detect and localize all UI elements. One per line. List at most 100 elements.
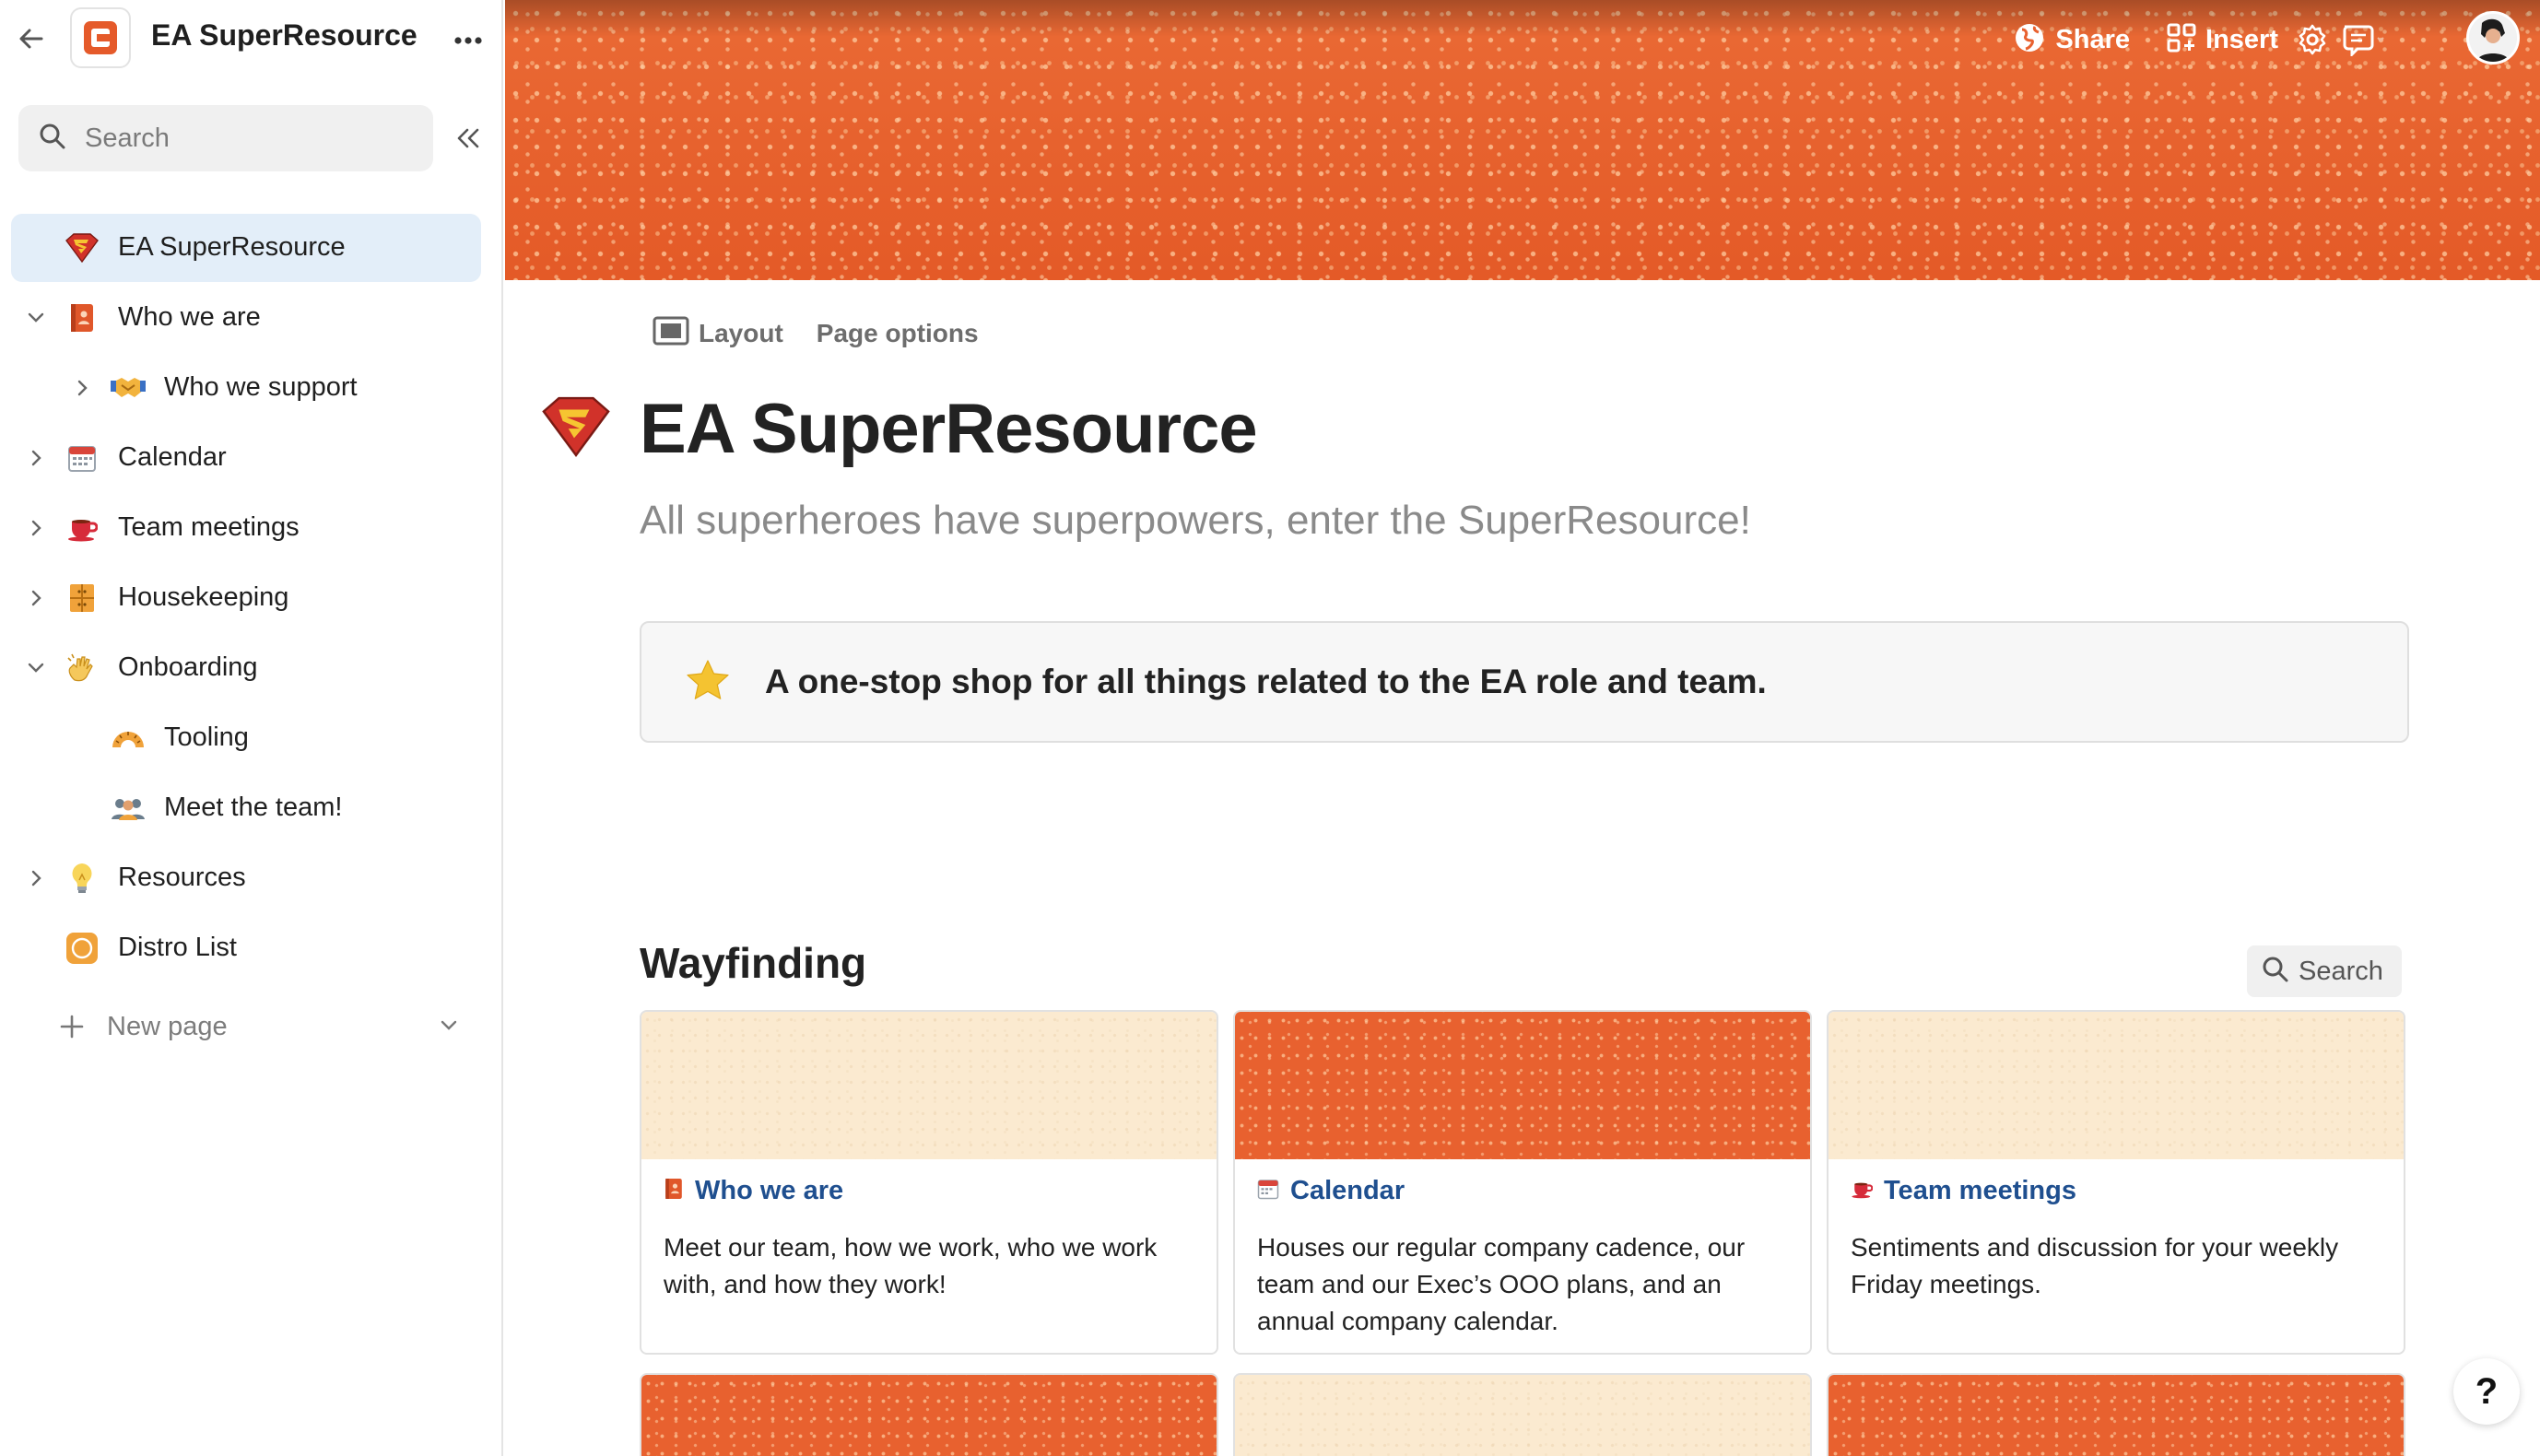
- help-button[interactable]: ?: [2453, 1358, 2520, 1425]
- sidebar-item-ea-superresource[interactable]: EA SuperResource: [11, 214, 481, 282]
- sidebar-item-label: Who we are: [118, 302, 261, 332]
- card-description: Sentiments and discussion for your weekl…: [1851, 1233, 2339, 1298]
- card-title[interactable]: Team meetings: [1851, 1176, 2076, 1206]
- share-label: Share: [2055, 24, 2130, 54]
- card-title[interactable]: Calendar: [1257, 1176, 1405, 1206]
- sidebar-item-who-we-are[interactable]: Who we are: [11, 284, 481, 352]
- collapse-sidebar-icon[interactable]: [450, 120, 487, 157]
- app-window: EA SuperResource EA SuperResource: [0, 0, 2540, 1456]
- sidebar-item-housekeeping[interactable]: Housekeeping: [11, 564, 481, 632]
- sidebar-search-input[interactable]: [83, 122, 400, 155]
- sidebar-item-team-meetings[interactable]: Team meetings: [11, 494, 481, 562]
- sidebar-item-label: EA SuperResource: [118, 232, 346, 262]
- plus-icon: [55, 1010, 88, 1043]
- book-icon: [65, 300, 100, 335]
- back-arrow-icon[interactable]: [13, 20, 50, 57]
- sidebar-item-label: Meet the team!: [164, 793, 343, 822]
- page-options-label: Page options: [816, 319, 979, 347]
- settings-gear-icon[interactable]: [2297, 17, 2328, 63]
- sidebar-item-meet-the-team[interactable]: Meet the team!: [11, 774, 481, 842]
- protractor-icon: [111, 721, 146, 756]
- card-cover: [1235, 1375, 1810, 1456]
- card-partial[interactable]: [1827, 1373, 2405, 1456]
- user-avatar[interactable]: [2466, 11, 2520, 65]
- people-icon: [111, 791, 146, 826]
- page-tools: Layout Page options: [653, 313, 979, 354]
- comments-icon[interactable]: [2341, 17, 2385, 63]
- card-cover: [1829, 1375, 2404, 1456]
- chevron-right-icon[interactable]: [20, 512, 52, 544]
- chevron-down-icon[interactable]: [20, 302, 52, 334]
- card-description: Houses our regular company cadence, our …: [1257, 1233, 1746, 1335]
- handshake-icon: [111, 370, 146, 405]
- insert-label: Insert: [2205, 24, 2278, 54]
- sidebar-item-label: Calendar: [118, 442, 227, 472]
- share-button[interactable]: Share: [2013, 17, 2130, 63]
- distro-orange-icon: [65, 931, 100, 966]
- chevron-down-icon[interactable]: [433, 1010, 464, 1041]
- chevron-right-icon[interactable]: [20, 442, 52, 474]
- sidebar-item-calendar[interactable]: Calendar: [11, 424, 481, 492]
- new-page-button[interactable]: New page: [55, 1006, 228, 1047]
- card-cover: [1235, 1012, 1810, 1159]
- search-icon: [2262, 956, 2289, 988]
- sidebar-item-resources[interactable]: Resources: [11, 844, 481, 912]
- sidebar-item-onboarding[interactable]: Onboarding: [11, 634, 481, 702]
- card-title[interactable]: Who we are: [664, 1176, 843, 1206]
- layout-icon: [653, 316, 689, 352]
- new-page-label: New page: [107, 1011, 228, 1041]
- sidebar-item-label: Distro List: [118, 933, 237, 962]
- insert-grid-icon: [2167, 23, 2196, 57]
- sidebar-search[interactable]: [18, 105, 433, 171]
- cabinet-icon: [65, 581, 100, 616]
- layout-button[interactable]: Layout: [653, 316, 783, 352]
- card-who-we-are[interactable]: Who we are Meet our team, how we work, w…: [640, 1010, 1218, 1355]
- wayfinding-search-button[interactable]: Search: [2247, 945, 2402, 997]
- calendar-icon: [65, 440, 100, 476]
- insert-button[interactable]: Insert: [2167, 17, 2278, 63]
- page-options-button[interactable]: Page options: [817, 319, 979, 348]
- workspace-logo-icon: [70, 7, 131, 68]
- card-title-text: Who we are: [695, 1176, 844, 1205]
- callout-box: A one-stop shop for all things related t…: [640, 621, 2409, 743]
- superman-shield-icon[interactable]: [538, 396, 614, 462]
- sidebar-item-label: Who we support: [164, 372, 358, 402]
- card-title-text: Team meetings: [1884, 1176, 2076, 1205]
- coffee-cup-icon: [1851, 1179, 1874, 1204]
- sidebar-item-distro-list[interactable]: Distro List: [11, 914, 481, 982]
- chevron-right-icon[interactable]: [20, 863, 52, 894]
- sidebar-item-label: Team meetings: [118, 512, 300, 542]
- callout-text: A one-stop shop for all things related t…: [765, 663, 1767, 700]
- sidebar-item-label: Onboarding: [118, 652, 258, 682]
- superman-shield-icon: [65, 230, 100, 265]
- coffee-cup-icon: [65, 511, 100, 546]
- lightbulb-icon: [65, 861, 100, 896]
- sidebar-item-label: Resources: [118, 863, 246, 892]
- card-description: Meet our team, how we work, who we work …: [664, 1233, 1158, 1298]
- page-title[interactable]: EA SuperResource: [640, 389, 1258, 469]
- calendar-icon: [1257, 1178, 1279, 1204]
- more-options-icon[interactable]: [450, 22, 487, 59]
- page-title-row: EA SuperResource: [538, 378, 1258, 479]
- layout-label: Layout: [699, 319, 783, 347]
- sidebar: EA SuperResource EA SuperResource: [0, 0, 503, 1456]
- card-calendar[interactable]: Calendar Houses our regular company cade…: [1233, 1010, 1812, 1355]
- card-cover: [641, 1375, 1217, 1456]
- chevron-down-icon[interactable]: [20, 652, 52, 684]
- star-icon: [686, 659, 730, 706]
- wayfinding-search-label: Search: [2299, 956, 2383, 986]
- card-partial[interactable]: [640, 1373, 1218, 1456]
- sidebar-item-tooling[interactable]: Tooling: [11, 704, 481, 772]
- main-content: Share Insert Layout Page options EA Supe…: [505, 0, 2540, 1456]
- book-icon: [664, 1177, 684, 1205]
- card-partial[interactable]: [1233, 1373, 1812, 1456]
- share-globe-icon: [2013, 21, 2046, 59]
- card-team-meetings[interactable]: Team meetings Sentiments and discussion …: [1827, 1010, 2405, 1355]
- page-subtitle: All superheroes have superpowers, enter …: [640, 498, 1751, 543]
- sidebar-item-who-we-support[interactable]: Who we support: [11, 354, 481, 422]
- chevron-right-icon[interactable]: [66, 372, 98, 404]
- sidebar-item-label: Tooling: [164, 722, 249, 752]
- card-title-text: Calendar: [1290, 1176, 1405, 1205]
- chevron-right-icon[interactable]: [20, 582, 52, 614]
- workspace-title[interactable]: EA SuperResource: [151, 18, 417, 53]
